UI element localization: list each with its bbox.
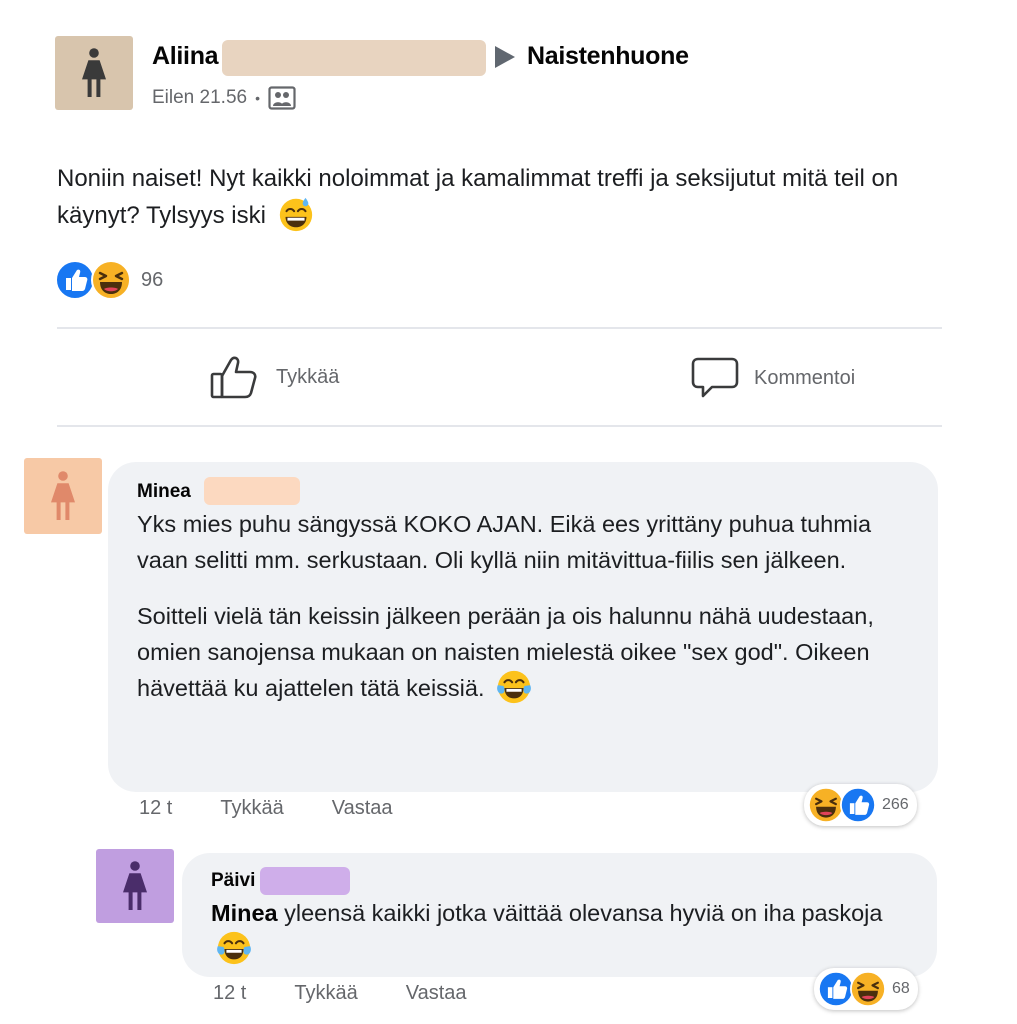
meta-separator: •	[255, 90, 260, 106]
group-arrow-icon	[495, 46, 515, 68]
comment-2-author[interactable]: Päivi	[211, 870, 255, 892]
like-reaction-icon	[840, 787, 876, 823]
comment-1-paragraph-1: Yks mies puhu sängyssä KOKO AJAN. Eikä e…	[137, 511, 872, 573]
woman-silhouette-icon	[47, 470, 79, 522]
comment-2-text: Minea yleensä kaikki jotka väittää oleva…	[211, 895, 921, 967]
comment-1-avatar[interactable]	[24, 458, 102, 534]
comment-button[interactable]: Kommentoi	[690, 356, 855, 400]
like-reaction-icon	[55, 260, 95, 300]
post-meta: Eilen 21.56 •	[152, 86, 296, 110]
like-button[interactable]: Tykkää	[210, 354, 339, 400]
post-reactions[interactable]: 96	[55, 260, 163, 300]
comment-1-time[interactable]: 12 t	[139, 797, 172, 820]
grinning-sweat-emoji-icon	[277, 195, 315, 233]
comment-1-author[interactable]: Minea	[137, 481, 191, 503]
comment-2-mention[interactable]: Minea	[211, 900, 278, 926]
divider-top	[57, 327, 942, 329]
comment-1-text: Yks mies puhu sängyssä KOKO AJAN. Eikä e…	[137, 506, 927, 706]
haha-reaction-icon	[91, 260, 131, 300]
post-body: Noniin naiset! Nyt kaikki noloimmat ja k…	[57, 160, 937, 234]
group-name-link[interactable]: Naistenhuone	[527, 42, 689, 71]
comment-button-label: Kommentoi	[754, 366, 856, 389]
comment-1-reaction-count: 266	[882, 796, 909, 813]
comment-2-body: yleensä kaikki jotka väittää olevansa hy…	[284, 900, 883, 926]
comment-1-reply-link[interactable]: Vastaa	[332, 797, 393, 820]
haha-reaction-icon	[850, 971, 886, 1007]
like-reaction-icon	[818, 971, 854, 1007]
comment-1-like-link[interactable]: Tykkää	[220, 797, 283, 820]
tears-of-joy-emoji-icon	[495, 668, 533, 706]
woman-silhouette-icon	[119, 860, 151, 912]
thumbs-up-icon	[210, 356, 257, 399]
like-button-label: Tykkää	[276, 365, 340, 388]
post-author-avatar[interactable]	[55, 36, 133, 110]
redacted-surname	[222, 40, 486, 76]
comment-2-avatar[interactable]	[96, 849, 174, 923]
redacted-surname	[204, 477, 300, 505]
comment-1-paragraph-2-wrap: Soitteli vielä tän keissin jälkeen perää…	[137, 598, 927, 706]
woman-silhouette-icon	[78, 47, 110, 99]
post-timestamp[interactable]: Eilen 21.56	[152, 87, 247, 109]
redacted-surname	[260, 867, 350, 895]
tears-of-joy-emoji-icon	[215, 929, 253, 967]
comment-2-like-link[interactable]: Tykkää	[294, 982, 357, 1005]
post-author-name[interactable]: Aliina	[152, 42, 219, 71]
divider-bottom	[57, 425, 942, 427]
speech-bubble-icon	[691, 357, 739, 398]
comment-1-actions: 12 t Tykkää Vastaa	[139, 797, 441, 820]
comment-2-time[interactable]: 12 t	[213, 982, 246, 1005]
comment-2-reaction-count: 68	[892, 980, 910, 997]
comment-1-reactions[interactable]: 266	[804, 784, 917, 826]
post-reaction-count: 96	[141, 268, 164, 291]
post-text: Noniin naiset! Nyt kaikki noloimmat ja k…	[57, 165, 899, 229]
comment-2-actions: 12 t Tykkää Vastaa	[213, 982, 515, 1005]
haha-reaction-icon	[808, 787, 844, 823]
group-audience-icon	[268, 86, 296, 110]
comment-2-reactions[interactable]: 68	[814, 968, 918, 1010]
comment-2-reply-link[interactable]: Vastaa	[406, 982, 467, 1005]
